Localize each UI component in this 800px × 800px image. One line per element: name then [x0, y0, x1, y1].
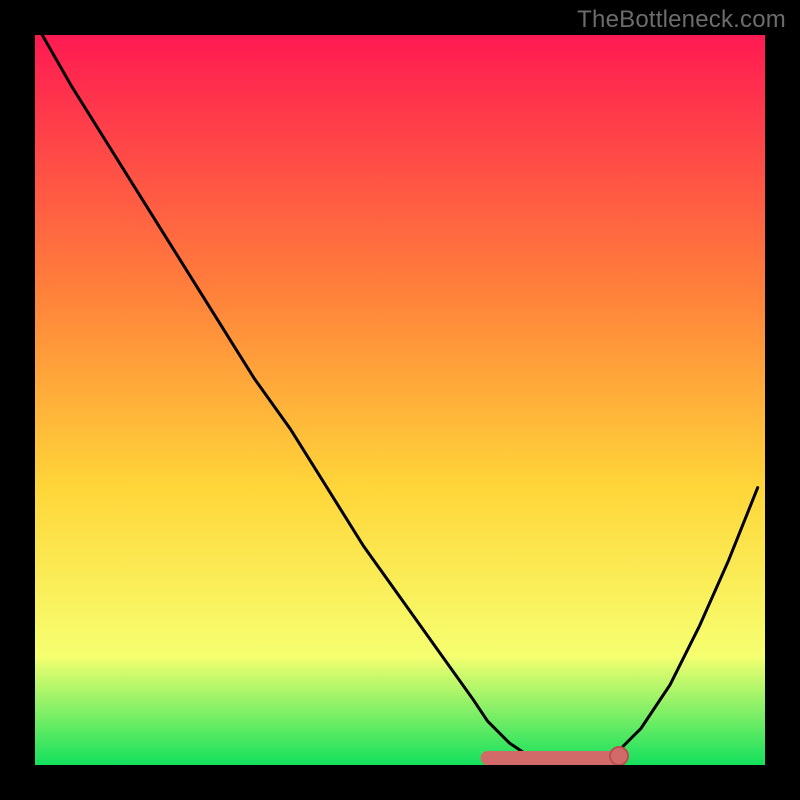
watermark-text: TheBottleneck.com — [577, 6, 786, 34]
gradient-background — [35, 35, 765, 765]
plot-area — [35, 35, 765, 765]
chart-frame: TheBottleneck.com — [0, 0, 800, 800]
marker-dot — [610, 747, 628, 765]
chart-svg — [35, 35, 765, 765]
